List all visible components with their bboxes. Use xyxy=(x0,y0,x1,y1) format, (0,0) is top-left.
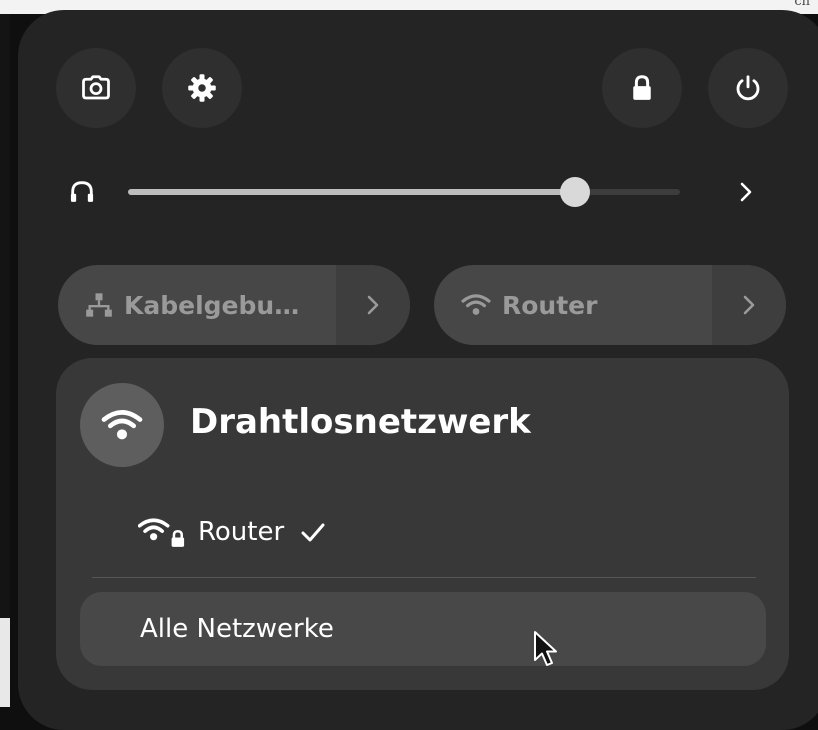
background-left-edge-light xyxy=(0,618,10,707)
wifi-submenu-title: Drahtlosnetzwerk xyxy=(190,402,531,442)
gear-icon xyxy=(188,74,216,102)
volume-row xyxy=(64,170,774,214)
chevron-right-icon xyxy=(367,295,379,315)
wired-network-expand-button[interactable] xyxy=(336,265,410,345)
network-wired-icon xyxy=(86,293,112,317)
checkmark-icon xyxy=(301,523,325,542)
lock-screen-button[interactable] xyxy=(602,48,682,128)
wifi-toggle-label: Router xyxy=(502,290,598,320)
headphones-icon xyxy=(70,181,94,202)
volume-slider-knob[interactable] xyxy=(560,177,591,207)
power-icon xyxy=(736,75,760,101)
wired-network-toggle[interactable]: Kabelgebu… xyxy=(58,265,410,345)
lock-icon xyxy=(633,75,651,100)
menu-separator xyxy=(92,577,756,578)
power-button[interactable] xyxy=(708,48,788,128)
network-list-item[interactable]: Router xyxy=(138,510,326,554)
settings-button[interactable] xyxy=(162,48,242,128)
wifi-toggle-main[interactable]: Router xyxy=(434,265,712,345)
chevron-right-icon[interactable] xyxy=(734,178,758,206)
wifi-toggle[interactable]: Router xyxy=(434,265,786,345)
background-left-edge xyxy=(0,14,10,707)
wifi-secure-icon xyxy=(138,518,185,547)
all-networks-button[interactable]: Alle Netzwerke xyxy=(80,592,766,666)
wired-network-label: Kabelgebu… xyxy=(124,290,300,320)
wired-network-toggle-main[interactable]: Kabelgebu… xyxy=(58,265,336,345)
mouse-cursor-icon xyxy=(534,631,557,666)
network-name: Router xyxy=(198,517,285,547)
wifi-icon xyxy=(101,410,143,440)
volume-slider[interactable] xyxy=(128,177,680,207)
wifi-expand-button[interactable] xyxy=(712,265,786,345)
chevron-right-icon xyxy=(743,295,755,315)
screenshot-button[interactable] xyxy=(56,48,136,128)
wifi-header-icon-circle xyxy=(80,383,164,467)
wifi-icon xyxy=(461,294,491,315)
camera-icon xyxy=(82,75,110,100)
background-corner-text: ch xyxy=(794,0,810,9)
wifi-submenu: Drahtlosnetzwerk Router Alle Netzwerke xyxy=(56,358,789,690)
all-networks-label: Alle Netzwerke xyxy=(140,614,334,644)
volume-slider-fill xyxy=(128,189,576,195)
